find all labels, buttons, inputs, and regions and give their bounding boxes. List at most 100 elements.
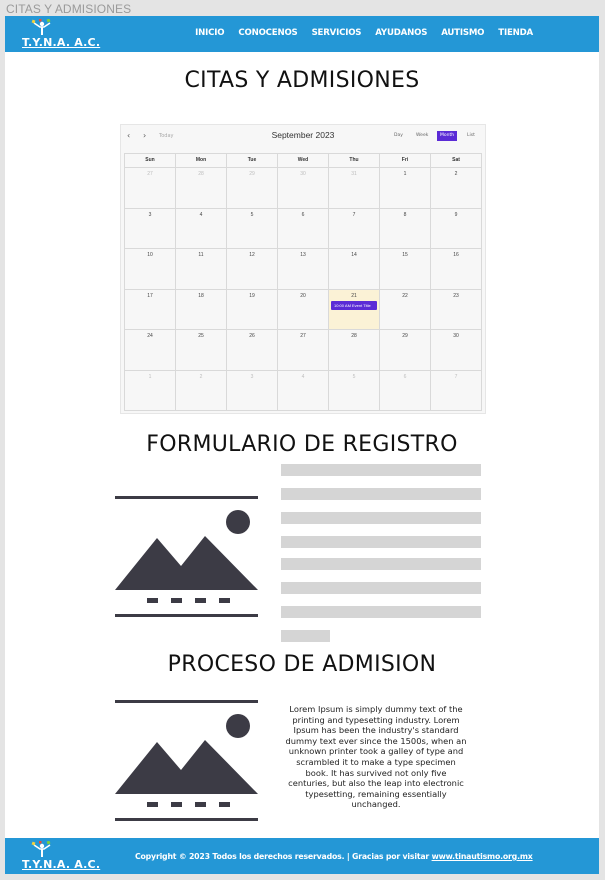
calendar: ‹ › Today September 2023 Day Week Month … — [120, 124, 486, 414]
form-field-7[interactable] — [281, 606, 481, 618]
calendar-view-list[interactable]: List — [464, 131, 478, 141]
calendar-day-cell[interactable]: 10 — [125, 249, 176, 290]
main-nav: INICIO CONOCENOS SERVICIOS AYUDANOS AUTI… — [181, 28, 533, 38]
image-placeholder-icon — [115, 700, 258, 821]
site-logo[interactable]: T.Y.N.A. A.C. — [22, 19, 100, 49]
form-field-3[interactable] — [281, 512, 481, 524]
calendar-day-cell[interactable]: 1 — [380, 168, 431, 209]
calendar-day-cell[interactable]: 5 — [329, 370, 380, 411]
calendar-day-cell[interactable]: 8 — [380, 208, 431, 249]
calendar-day-cell[interactable]: 14 — [329, 249, 380, 290]
copyright-text: Copyright © 2023 Todos los derechos rese… — [135, 852, 432, 861]
form-field-4[interactable] — [281, 536, 481, 548]
calendar-day-cell[interactable]: 2 — [176, 370, 227, 411]
calendar-day-cell[interactable]: 6 — [278, 208, 329, 249]
nav-item-autismo[interactable]: AUTISMO — [441, 28, 484, 38]
admission-text: Lorem Ipsum is simply dummy text of the … — [285, 704, 467, 810]
calendar-day-cell[interactable]: 31 — [329, 168, 380, 209]
calendar-day-number: 10 — [147, 252, 153, 258]
calendar-day-number: 24 — [147, 333, 153, 339]
calendar-weekday-mon: Mon — [176, 154, 227, 168]
calendar-day-number: 19 — [249, 292, 255, 299]
form-field-1[interactable] — [281, 464, 481, 476]
calendar-day-cell[interactable]: 15 — [380, 249, 431, 290]
calendar-day-cell[interactable]: 1 — [125, 370, 176, 411]
calendar-day-cell[interactable]: 25 — [176, 330, 227, 371]
calendar-view-week[interactable]: Week — [413, 131, 431, 141]
calendar-day-number: 27 — [300, 333, 306, 339]
calendar-day-cell[interactable]: 11 — [176, 249, 227, 290]
calendar-event[interactable]: 10:00 AM Event Title — [331, 300, 377, 310]
calendar-day-cell[interactable]: 2 — [431, 168, 482, 209]
calendar-view-day[interactable]: Day — [391, 131, 406, 141]
calendar-day-cell[interactable]: 27 — [278, 330, 329, 371]
calendar-day-cell[interactable]: 30 — [278, 168, 329, 209]
calendar-day-cell[interactable]: 20 — [278, 289, 329, 330]
calendar-view-month[interactable]: Month — [437, 131, 458, 141]
calendar-day-cell[interactable]: 5 — [227, 208, 278, 249]
calendar-day-cell[interactable]: 23 — [431, 289, 482, 330]
calendar-day-number: 28 — [351, 333, 357, 339]
admission-title: PROCESO DE ADMISION — [167, 652, 437, 677]
calendar-day-number: 1 — [403, 171, 407, 177]
calendar-day-cell[interactable]: 4 — [176, 208, 227, 249]
form-field-2[interactable] — [281, 488, 481, 500]
calendar-day-cell[interactable]: 29 — [227, 168, 278, 209]
form-submit-button[interactable] — [281, 630, 330, 642]
nav-item-conocenos[interactable]: CONOCENOS — [238, 28, 297, 38]
nav-item-inicio[interactable]: INICIO — [195, 28, 224, 38]
calendar-weekday-thu: Thu — [329, 154, 380, 168]
calendar-day-cell[interactable]: 3 — [227, 370, 278, 411]
calendar-day-cell[interactable]: 6 — [380, 370, 431, 411]
registration-title: FORMULARIO DE REGISTRO — [146, 432, 458, 457]
calendar-day-cell[interactable]: 18 — [176, 289, 227, 330]
calendar-day-number: 4 — [301, 373, 305, 380]
calendar-weekday-sat: Sat — [431, 154, 482, 168]
calendar-day-number: 30 — [300, 171, 306, 177]
calendar-toolbar: ‹ › Today September 2023 Day Week Month … — [121, 125, 485, 149]
calendar-day-cell[interactable]: 22 — [380, 289, 431, 330]
calendar-day-number: 3 — [250, 373, 254, 380]
footer-logo[interactable]: T.Y.N.A. A.C. — [22, 841, 100, 871]
calendar-day-number: 29 — [249, 171, 255, 177]
calendar-day-cell[interactable]: 19 — [227, 289, 278, 330]
calendar-day-cell[interactable]: 28 — [176, 168, 227, 209]
site-header: T.Y.N.A. A.C. INICIO CONOCENOS SERVICIOS… — [5, 16, 599, 52]
calendar-day-number: 31 — [351, 171, 357, 177]
form-field-6[interactable] — [281, 582, 481, 594]
calendar-day-number: 18 — [198, 292, 204, 299]
calendar-day-cell[interactable]: 4 — [278, 370, 329, 411]
calendar-day-cell[interactable]: 3 — [125, 208, 176, 249]
calendar-day-cell[interactable]: 9 — [431, 208, 482, 249]
logo-figure-icon — [31, 841, 51, 857]
calendar-day-cell[interactable]: 12 — [227, 249, 278, 290]
form-field-5[interactable] — [281, 558, 481, 570]
calendar-day-cell[interactable]: 26 — [227, 330, 278, 371]
calendar-day-cell[interactable]: 28 — [329, 330, 380, 371]
calendar-day-number: 9 — [454, 211, 458, 218]
calendar-day-cell[interactable]: 30 — [431, 330, 482, 371]
logo-text: T.Y.N.A. A.C. — [22, 36, 101, 49]
calendar-day-cell[interactable]: 7 — [329, 208, 380, 249]
calendar-day-number: 12 — [249, 252, 255, 258]
page: T.Y.N.A. A.C. INICIO CONOCENOS SERVICIOS… — [5, 16, 599, 874]
calendar-day-cell[interactable]: 13 — [278, 249, 329, 290]
calendar-day-cell[interactable]: 29 — [380, 330, 431, 371]
calendar-day-cell[interactable]: 27 — [125, 168, 176, 209]
nav-item-servicios[interactable]: SERVICIOS — [312, 28, 362, 38]
footer-site-link[interactable]: www.tinautismo.org.mx — [432, 852, 533, 861]
calendar-day-number: 5 — [352, 373, 356, 380]
calendar-day-number: 4 — [199, 211, 203, 218]
nav-item-tienda[interactable]: TIENDA — [498, 28, 533, 38]
calendar-day-number: 6 — [301, 211, 305, 218]
footer-copyright: Copyright © 2023 Todos los derechos rese… — [135, 852, 533, 861]
calendar-day-cell[interactable]: 16 — [431, 249, 482, 290]
calendar-day-number: 17 — [147, 292, 153, 299]
calendar-day-cell[interactable]: 7 — [431, 370, 482, 411]
nav-item-ayudanos[interactable]: AYUDANOS — [375, 28, 427, 38]
calendar-day-cell[interactable]: 24 — [125, 330, 176, 371]
calendar-day-number: 22 — [402, 292, 408, 299]
calendar-weekday-sun: Sun — [125, 154, 176, 168]
calendar-day-cell[interactable]: 21 10:00 AM Event Title — [329, 289, 380, 330]
calendar-day-cell[interactable]: 17 — [125, 289, 176, 330]
